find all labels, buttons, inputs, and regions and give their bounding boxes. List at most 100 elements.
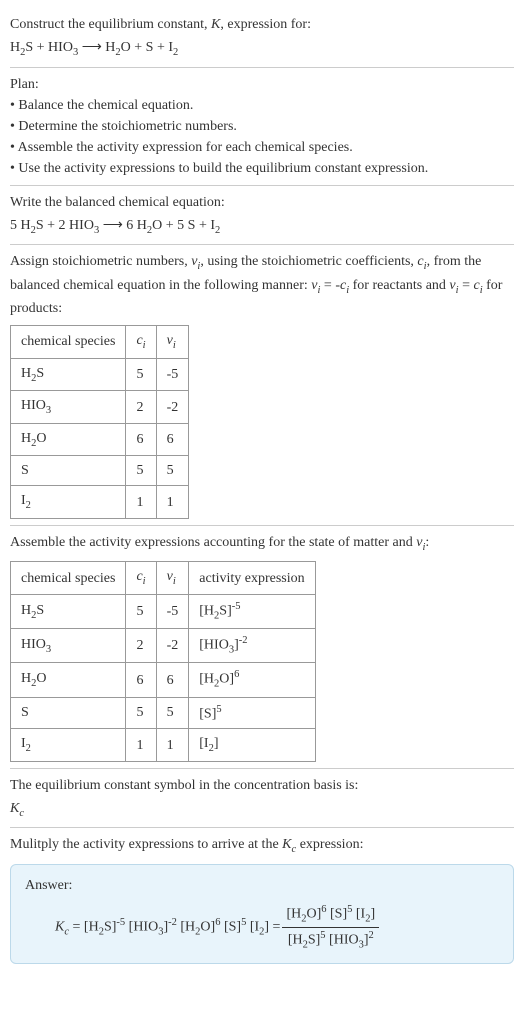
- cell-activity: [S]5: [189, 697, 315, 729]
- cell-species: H2S: [11, 358, 126, 391]
- text: , using the stoichiometric coefficients,: [200, 254, 417, 269]
- text: [H: [84, 920, 99, 935]
- cell-nui: 6: [156, 423, 189, 456]
- text: [S]: [220, 920, 241, 935]
- var: K: [10, 801, 19, 816]
- subscript: 2: [215, 224, 220, 235]
- cell-species: I2: [11, 486, 126, 519]
- lhs: Kc = [H2S]-5 [HIO3]-2 [H2O]6 [S]5 [I2] =: [55, 915, 280, 940]
- col-activity: activity expression: [189, 562, 315, 595]
- stoich-text: Assign stoichiometric numbers, νi, using…: [10, 251, 514, 319]
- text: [I: [352, 907, 365, 922]
- text: [I: [199, 736, 208, 751]
- activity-text: Assemble the activity expressions accoun…: [10, 532, 514, 556]
- text: [HIO: [199, 638, 229, 653]
- col-species: chemical species: [11, 562, 126, 595]
- unbalanced-equation: H2S + HIO3 ⟶ H2O + S + I2: [10, 37, 514, 61]
- text: expression:: [296, 837, 363, 852]
- cell-ci: 2: [126, 391, 156, 424]
- text: [H: [288, 933, 303, 948]
- plan-title: Plan:: [10, 74, 514, 95]
- cell-activity: [H2S]-5: [189, 595, 315, 629]
- term: 5 H: [10, 218, 31, 233]
- plan-section: Plan: • Balance the chemical equation. •…: [10, 68, 514, 186]
- text: [H: [199, 604, 214, 619]
- text: , expression for:: [220, 17, 311, 32]
- cell-activity: [H2O]6: [189, 663, 315, 697]
- subscript: 2: [26, 743, 31, 754]
- cell-nui: -2: [156, 391, 189, 424]
- exponent: 5: [216, 704, 221, 715]
- cell-species: H2O: [11, 663, 126, 697]
- table-row: H2O 6 6 [H2O]6: [11, 663, 316, 697]
- table-header-row: chemical species ci νi activity expressi…: [11, 562, 316, 595]
- subscript: 2: [173, 47, 178, 58]
- text: ]: [214, 736, 219, 751]
- term: S + HIO: [25, 40, 73, 55]
- text: S]: [308, 933, 320, 948]
- subscript: i: [173, 576, 176, 587]
- text: Construct the equilibrium constant,: [10, 17, 211, 32]
- text: [S]: [199, 706, 216, 721]
- col-nui: νi: [156, 326, 189, 359]
- subscript: i: [143, 340, 146, 351]
- subscript: i: [173, 340, 176, 351]
- cell-ci: 2: [126, 629, 156, 663]
- text: O: [36, 671, 46, 686]
- term: 6 H: [126, 218, 147, 233]
- cell-ci: 1: [126, 729, 156, 762]
- text: for reactants and: [349, 278, 449, 293]
- cell-nui: 5: [156, 456, 189, 486]
- exponent: 6: [234, 669, 239, 680]
- activity-section: Assemble the activity expressions accoun…: [10, 526, 514, 769]
- stoich-section: Assign stoichiometric numbers, νi , using…: [10, 245, 514, 526]
- cell-species: S: [11, 697, 126, 729]
- exponent: -5: [232, 601, 241, 612]
- cell-ci: 5: [126, 456, 156, 486]
- text: [H: [286, 907, 301, 922]
- text: ] =: [264, 920, 280, 935]
- cell-nui: 5: [156, 697, 189, 729]
- multiply-section: Mulitply the activity expressions to arr…: [10, 828, 514, 970]
- cell-ci: 5: [126, 358, 156, 391]
- symbol-text: The equilibrium constant symbol in the c…: [10, 775, 514, 796]
- subscript: c: [19, 808, 24, 819]
- arrow: ⟶: [99, 218, 126, 233]
- text: Assemble the activity expressions accoun…: [10, 535, 416, 550]
- symbol-section: The equilibrium constant symbol in the c…: [10, 769, 514, 829]
- balanced-section: Write the balanced chemical equation: 5 …: [10, 186, 514, 246]
- table-row: S 5 5 [S]5: [11, 697, 316, 729]
- table-row: H2S 5 -5 [H2S]-5: [11, 595, 316, 629]
- cell-species: HIO3: [11, 629, 126, 663]
- text: ]: [370, 907, 375, 922]
- term: S + 2 HIO: [36, 218, 94, 233]
- text: S]: [219, 604, 231, 619]
- cell-species: S: [11, 456, 126, 486]
- text: O]: [219, 672, 234, 687]
- balanced-equation: 5 H2S + 2 HIO3 ⟶ 6 H2O + 5 S + I2: [10, 215, 514, 239]
- text: H: [21, 603, 31, 618]
- exponent: -2: [168, 917, 177, 928]
- subscript: 3: [46, 644, 51, 655]
- answer-expression: Kc = [H2S]-5 [HIO3]-2 [H2O]6 [S]5 [I2] =…: [25, 902, 499, 953]
- cell-nui: 1: [156, 486, 189, 519]
- text: = -: [320, 278, 340, 293]
- table-header-row: chemical species ci νi: [11, 326, 189, 359]
- text: Assign stoichiometric numbers,: [10, 254, 191, 269]
- denominator: [H2S]5 [HIO3]2: [282, 928, 379, 953]
- text: [S]: [327, 907, 348, 922]
- cell-species: I2: [11, 729, 126, 762]
- text: S: [36, 603, 44, 618]
- text: =: [459, 278, 474, 293]
- table-row: HIO3 2 -2: [11, 391, 189, 424]
- fraction: [H2O]6 [S]5 [I2] [H2S]5 [HIO3]2: [282, 902, 379, 953]
- exponent: 2: [369, 930, 374, 941]
- activity-table: chemical species ci νi activity expressi…: [10, 561, 316, 761]
- text: :: [425, 535, 429, 550]
- plan-bullet: • Use the activity expressions to build …: [10, 158, 514, 179]
- multiply-text: Mulitply the activity expressions to arr…: [10, 834, 514, 858]
- text: O: [36, 431, 46, 446]
- text: H: [21, 671, 31, 686]
- term: O + 5 S + I: [152, 218, 215, 233]
- cell-species: HIO3: [11, 391, 126, 424]
